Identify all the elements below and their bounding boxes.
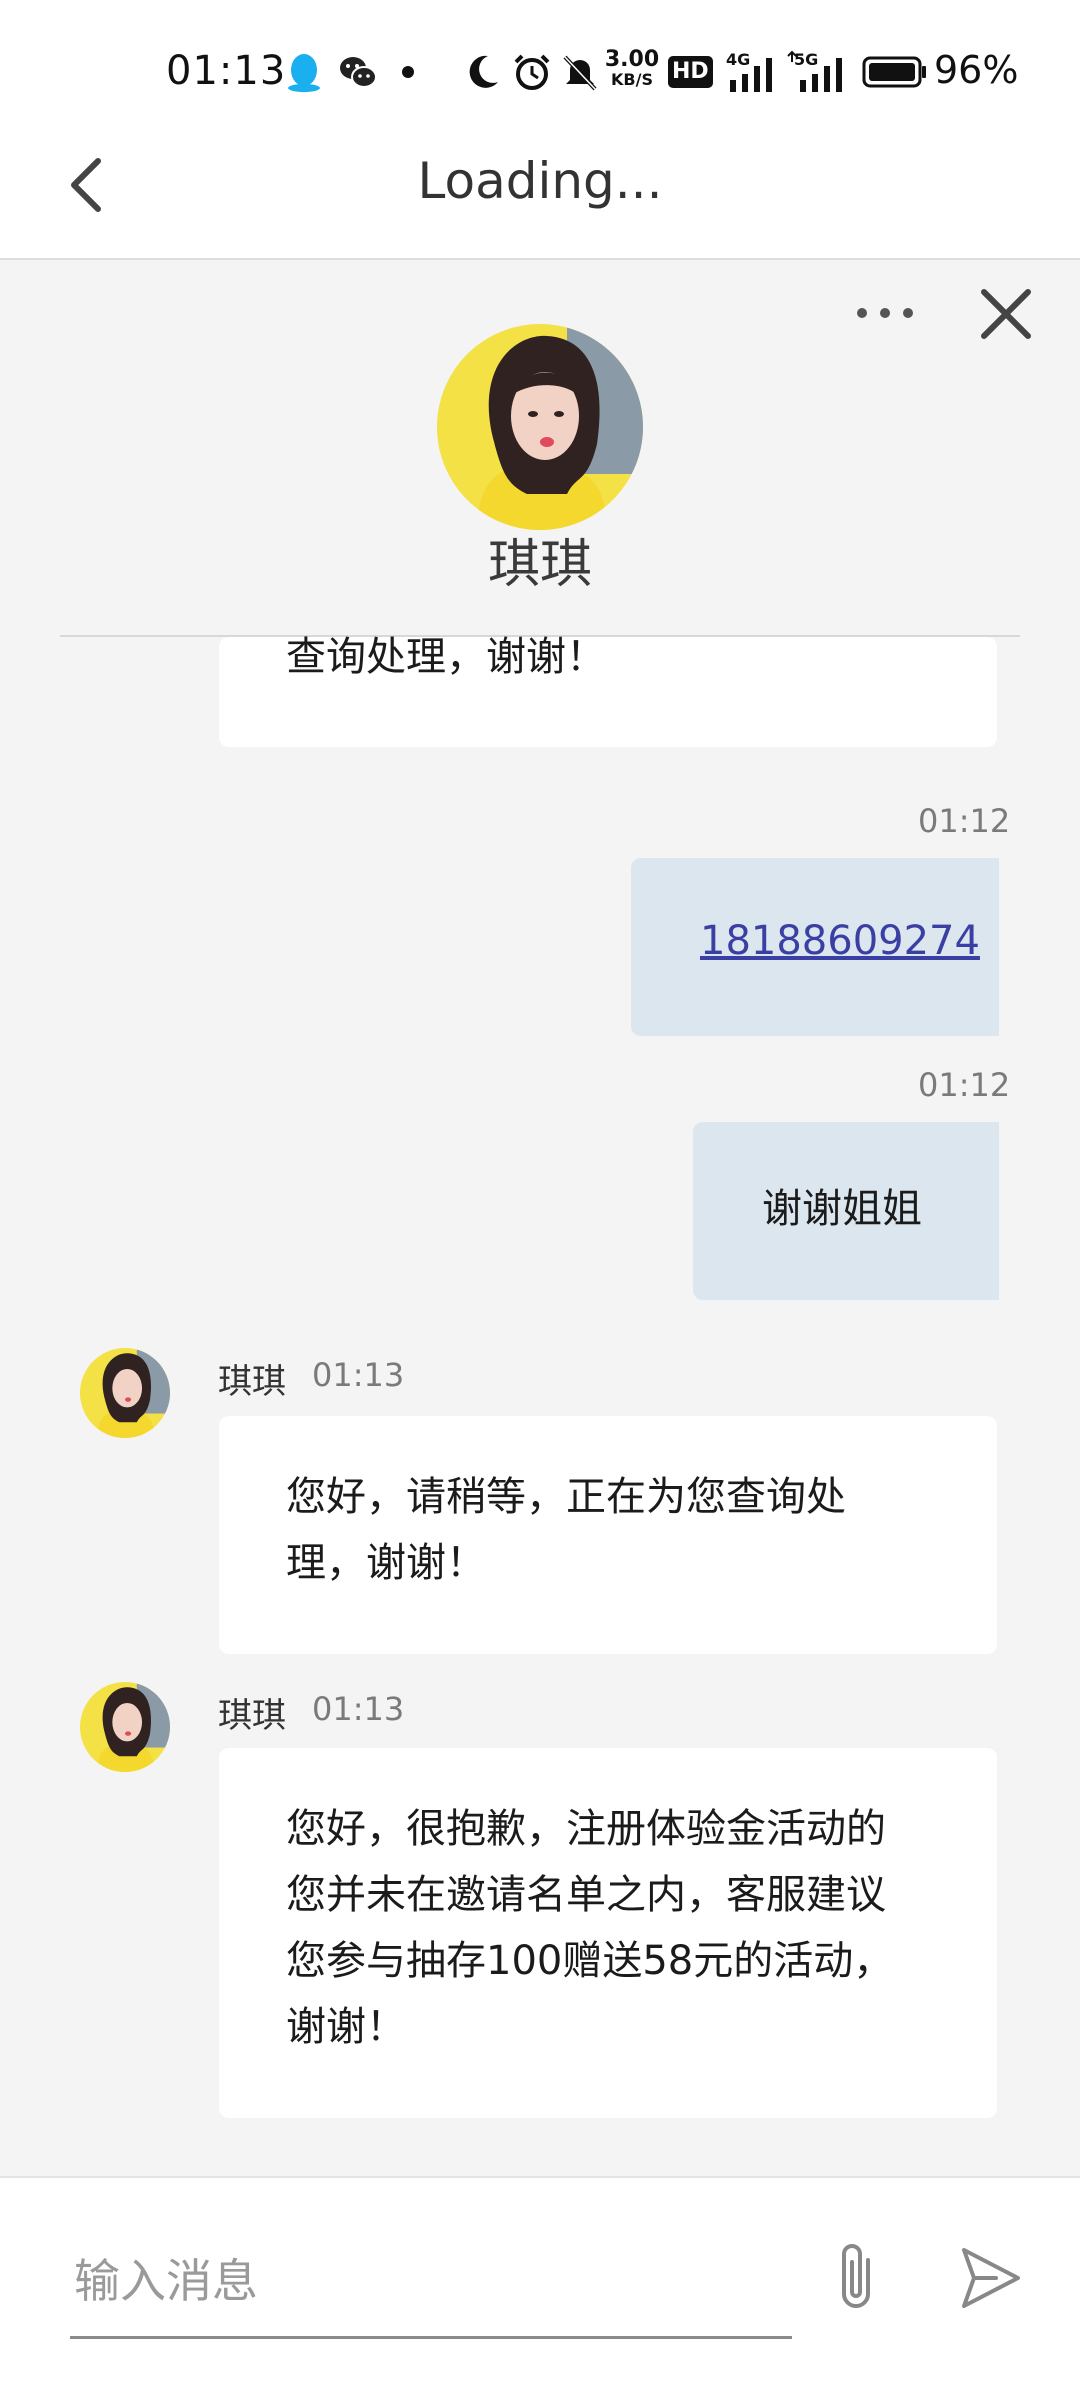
message-timestamp: 01:12 bbox=[918, 1066, 1011, 1104]
input-underline bbox=[70, 2336, 792, 2339]
message-input[interactable] bbox=[70, 2226, 790, 2336]
signal-icon bbox=[787, 50, 842, 92]
agent-photo bbox=[437, 324, 643, 530]
agent-photo bbox=[80, 1348, 170, 1438]
qq-icon bbox=[288, 54, 320, 92]
message-timestamp: 01:13 bbox=[312, 1356, 405, 1394]
more-horizontal-icon bbox=[857, 308, 913, 318]
agent-name-header: 琪琪 bbox=[487, 535, 592, 595]
agent-avatar-small bbox=[80, 1348, 170, 1438]
sender-name: 琪琪 bbox=[218, 1362, 286, 1402]
wechat-icon bbox=[340, 57, 377, 88]
alarm-icon bbox=[514, 54, 550, 90]
mute-icon bbox=[563, 55, 597, 91]
signal-4g: 4G bbox=[726, 50, 776, 94]
paperclip-icon bbox=[842, 2244, 870, 2308]
message-text-line: 理，谢谢！ bbox=[286, 1540, 486, 1586]
agent-photo bbox=[80, 1682, 170, 1772]
status-time: 01:13 bbox=[166, 48, 287, 94]
moon-icon bbox=[469, 55, 498, 88]
message-text-line: 您并未在邀请名单之内，客服建议 bbox=[286, 1872, 886, 1918]
dot-icon bbox=[402, 66, 414, 78]
more-options-button[interactable] bbox=[852, 290, 918, 336]
close-chat-button[interactable] bbox=[976, 284, 1036, 344]
message-text: 谢谢姐姐 bbox=[762, 1186, 922, 1232]
message-text-line: 您参与抽存100赠送58元的活动， bbox=[286, 1938, 894, 1984]
phone-number-link[interactable]: 18188609274 bbox=[700, 918, 980, 964]
send-icon bbox=[962, 2248, 1020, 2308]
battery-icon bbox=[862, 56, 926, 88]
message-text-line: 谢谢！ bbox=[286, 2004, 406, 2050]
attach-button[interactable] bbox=[826, 2238, 886, 2318]
message-text: 查询处理，谢谢！ bbox=[286, 634, 606, 680]
message-timestamp: 01:13 bbox=[312, 1690, 405, 1728]
sender-name: 琪琪 bbox=[218, 1696, 286, 1736]
battery-percent: 96% bbox=[934, 48, 1019, 92]
signal-icon bbox=[730, 58, 772, 92]
page-title: Loading... bbox=[417, 152, 663, 210]
hd-badge: HD bbox=[668, 56, 713, 88]
message-text-line: 您好，请稍等，正在为您查询处 bbox=[286, 1474, 846, 1520]
send-button[interactable] bbox=[956, 2238, 1026, 2318]
message-text-line: 您好，很抱歉，注册体验金活动的 bbox=[286, 1806, 886, 1852]
close-icon bbox=[981, 289, 1031, 339]
network-speed: 3.00 KB/S bbox=[604, 47, 660, 90]
agent-avatar-small bbox=[80, 1682, 170, 1772]
message-timestamp: 01:12 bbox=[918, 802, 1011, 840]
signal-5g: 5G bbox=[786, 50, 846, 94]
agent-avatar bbox=[437, 324, 643, 530]
